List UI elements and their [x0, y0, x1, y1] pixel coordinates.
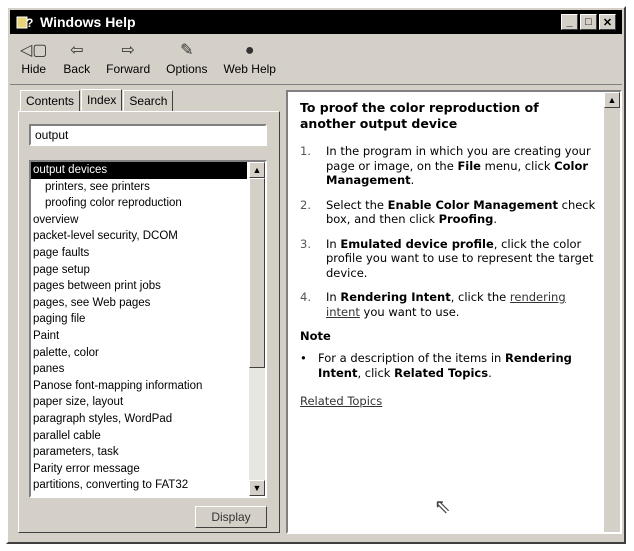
index-item[interactable]: proofing color reproduction	[31, 195, 247, 212]
index-item[interactable]: paper size, layout	[31, 394, 247, 411]
step-number: 4.	[300, 290, 311, 304]
toolbar: ◁▢ Hide ⇦ Back ⇨ Forward ✎ Options ● Web…	[10, 36, 622, 85]
title-bar[interactable]: ? Windows Help _ □ ✕	[10, 10, 622, 34]
tab-search[interactable]: Search	[123, 90, 174, 112]
step-text: In Rendering Intent, click the rendering…	[326, 290, 598, 319]
forward-button[interactable]: ⇨ Forward	[106, 36, 150, 76]
text-run: , click	[357, 365, 395, 380]
related-topics-link[interactable]: Related Topics	[300, 394, 382, 408]
hide-button[interactable]: ◁▢ Hide	[20, 36, 47, 76]
text-run: Proofing	[438, 212, 494, 226]
text-run: .	[488, 365, 492, 380]
text-run: In	[326, 236, 341, 251]
text-run: you want to use.	[359, 304, 460, 319]
svg-text:?: ?	[26, 16, 33, 30]
step-item: 4. In Rendering Intent, click the renderi…	[300, 290, 598, 319]
maximize-button[interactable]: □	[580, 14, 597, 30]
hide-label: Hide	[21, 62, 47, 76]
text-run: Enable Color Management	[387, 197, 558, 212]
index-item[interactable]: pages, see Web pages	[31, 295, 247, 312]
note-bullet: • For a description of the items in Rend…	[300, 351, 598, 380]
step-item: 2. Select the Enable Color Management che…	[300, 198, 598, 227]
text-run: In	[326, 290, 341, 304]
tab-contents[interactable]: Contents	[20, 90, 81, 112]
minimize-button[interactable]: _	[561, 14, 578, 30]
options-label: Options	[166, 62, 208, 76]
index-item[interactable]: Paint	[31, 328, 247, 345]
hide-icon: ◁▢	[20, 42, 48, 59]
step-text: In Emulated device profile, click the co…	[326, 237, 598, 281]
text-run: , click the	[450, 290, 510, 304]
text-run: .	[493, 212, 498, 226]
text-run: Rendering Intent	[340, 290, 451, 304]
keyword-input[interactable]: output	[29, 124, 267, 146]
scroll-down-icon[interactable]: ▼	[249, 480, 265, 496]
topic-title: To proof the color reproduction of anoth…	[300, 100, 539, 131]
text-run: File	[457, 158, 481, 173]
step-number: 2.	[300, 197, 311, 212]
note-title: Note	[300, 329, 331, 343]
web-help-label: Web Help	[223, 62, 276, 76]
index-item[interactable]: paragraph styles, WordPad	[31, 411, 247, 428]
scroll-thumb[interactable]	[249, 178, 265, 368]
options-icon: ✎	[180, 42, 194, 59]
index-item[interactable]: paging file	[31, 311, 247, 328]
window-title: Windows Help	[40, 14, 136, 30]
index-item[interactable]: printers, see printers	[31, 179, 247, 196]
step-text: Select the Enable Color Management check…	[326, 198, 598, 227]
index-item[interactable]: pages between print jobs	[31, 278, 247, 295]
text-run: menu, click	[480, 158, 555, 173]
help-app-icon: ?	[16, 14, 34, 30]
text-run: Related Topics	[394, 365, 489, 380]
web-help-icon: ●	[244, 42, 255, 59]
index-item[interactable]: output devices	[31, 162, 247, 179]
note-text: For a description of the items in Render…	[318, 351, 598, 380]
index-item[interactable]: page setup	[31, 262, 247, 279]
index-item[interactable]: partitions, converting to FAT32	[31, 477, 247, 494]
step-item: 3. In Emulated device profile, click the …	[300, 237, 598, 281]
topic-scrollbar[interactable]: ▲	[604, 92, 620, 532]
index-item[interactable]: parallel cable	[31, 428, 247, 445]
index-item[interactable]: page faults	[31, 245, 247, 262]
index-list[interactable]: output devices printers, see printers proo…	[29, 160, 267, 498]
index-item[interactable]: panes	[31, 361, 247, 378]
back-label: Back	[63, 62, 91, 76]
index-item[interactable]: parameters, task	[31, 444, 247, 461]
index-item[interactable]: packet-level security, DCOM	[31, 228, 247, 245]
index-item[interactable]: Panose font-mapping information	[31, 378, 247, 395]
topic-scroll-up-icon[interactable]: ▲	[604, 92, 620, 108]
forward-label: Forward	[106, 62, 151, 76]
index-panel: output output devices printers, see print…	[18, 111, 280, 533]
step-number: 3.	[300, 236, 311, 251]
bullet-icon: •	[300, 351, 307, 365]
index-item[interactable]: passwords	[31, 494, 247, 497]
back-button[interactable]: ⇦ Back	[63, 36, 90, 76]
back-arrow-icon: ⇦	[70, 42, 84, 59]
close-button[interactable]: ✕	[599, 14, 616, 30]
text-run: .	[410, 173, 415, 187]
step-text: In the program in which you are creating…	[326, 144, 598, 188]
web-help-button[interactable]: ● Web Help	[223, 36, 275, 76]
help-window: ? Windows Help _ □ ✕ ◁▢ Hide ⇦ Back ⇨ Fo…	[6, 6, 626, 544]
step-number: 1.	[300, 144, 311, 158]
scroll-up-icon[interactable]: ▲	[249, 162, 265, 178]
index-item[interactable]: overview	[31, 212, 247, 229]
index-item[interactable]: palette, color	[31, 345, 247, 362]
index-list-scrollbar[interactable]: ▲ ▼	[249, 162, 265, 496]
index-item[interactable]: Parity error message	[31, 461, 247, 478]
text-run: Select the	[326, 197, 388, 212]
display-button[interactable]: Display	[195, 506, 267, 528]
text-run: Emulated device profile	[340, 236, 494, 251]
mouse-pointer-icon: ⇖	[434, 496, 451, 518]
navigation-pane: Contents Index Search output output devi…	[16, 89, 280, 534]
options-button[interactable]: ✎ Options	[166, 36, 207, 76]
tab-index[interactable]: Index	[81, 89, 123, 111]
text-run: For a description of the items in	[318, 351, 505, 365]
step-item: 1. In the program in which you are creati…	[300, 144, 598, 188]
forward-arrow-icon: ⇨	[121, 42, 135, 59]
topic-pane: To proof the color reproduction of anoth…	[286, 90, 622, 534]
